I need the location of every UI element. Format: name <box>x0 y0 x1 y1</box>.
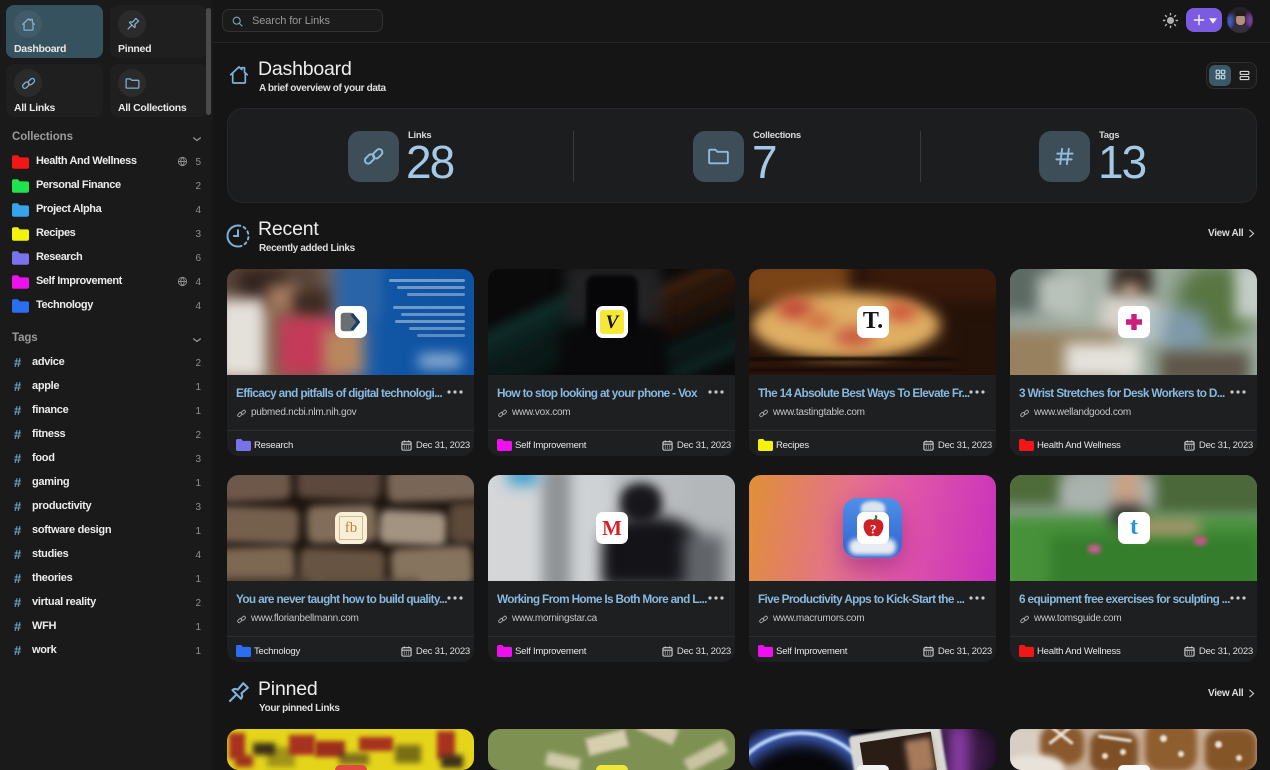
svg-text:?: ? <box>870 522 876 536</box>
